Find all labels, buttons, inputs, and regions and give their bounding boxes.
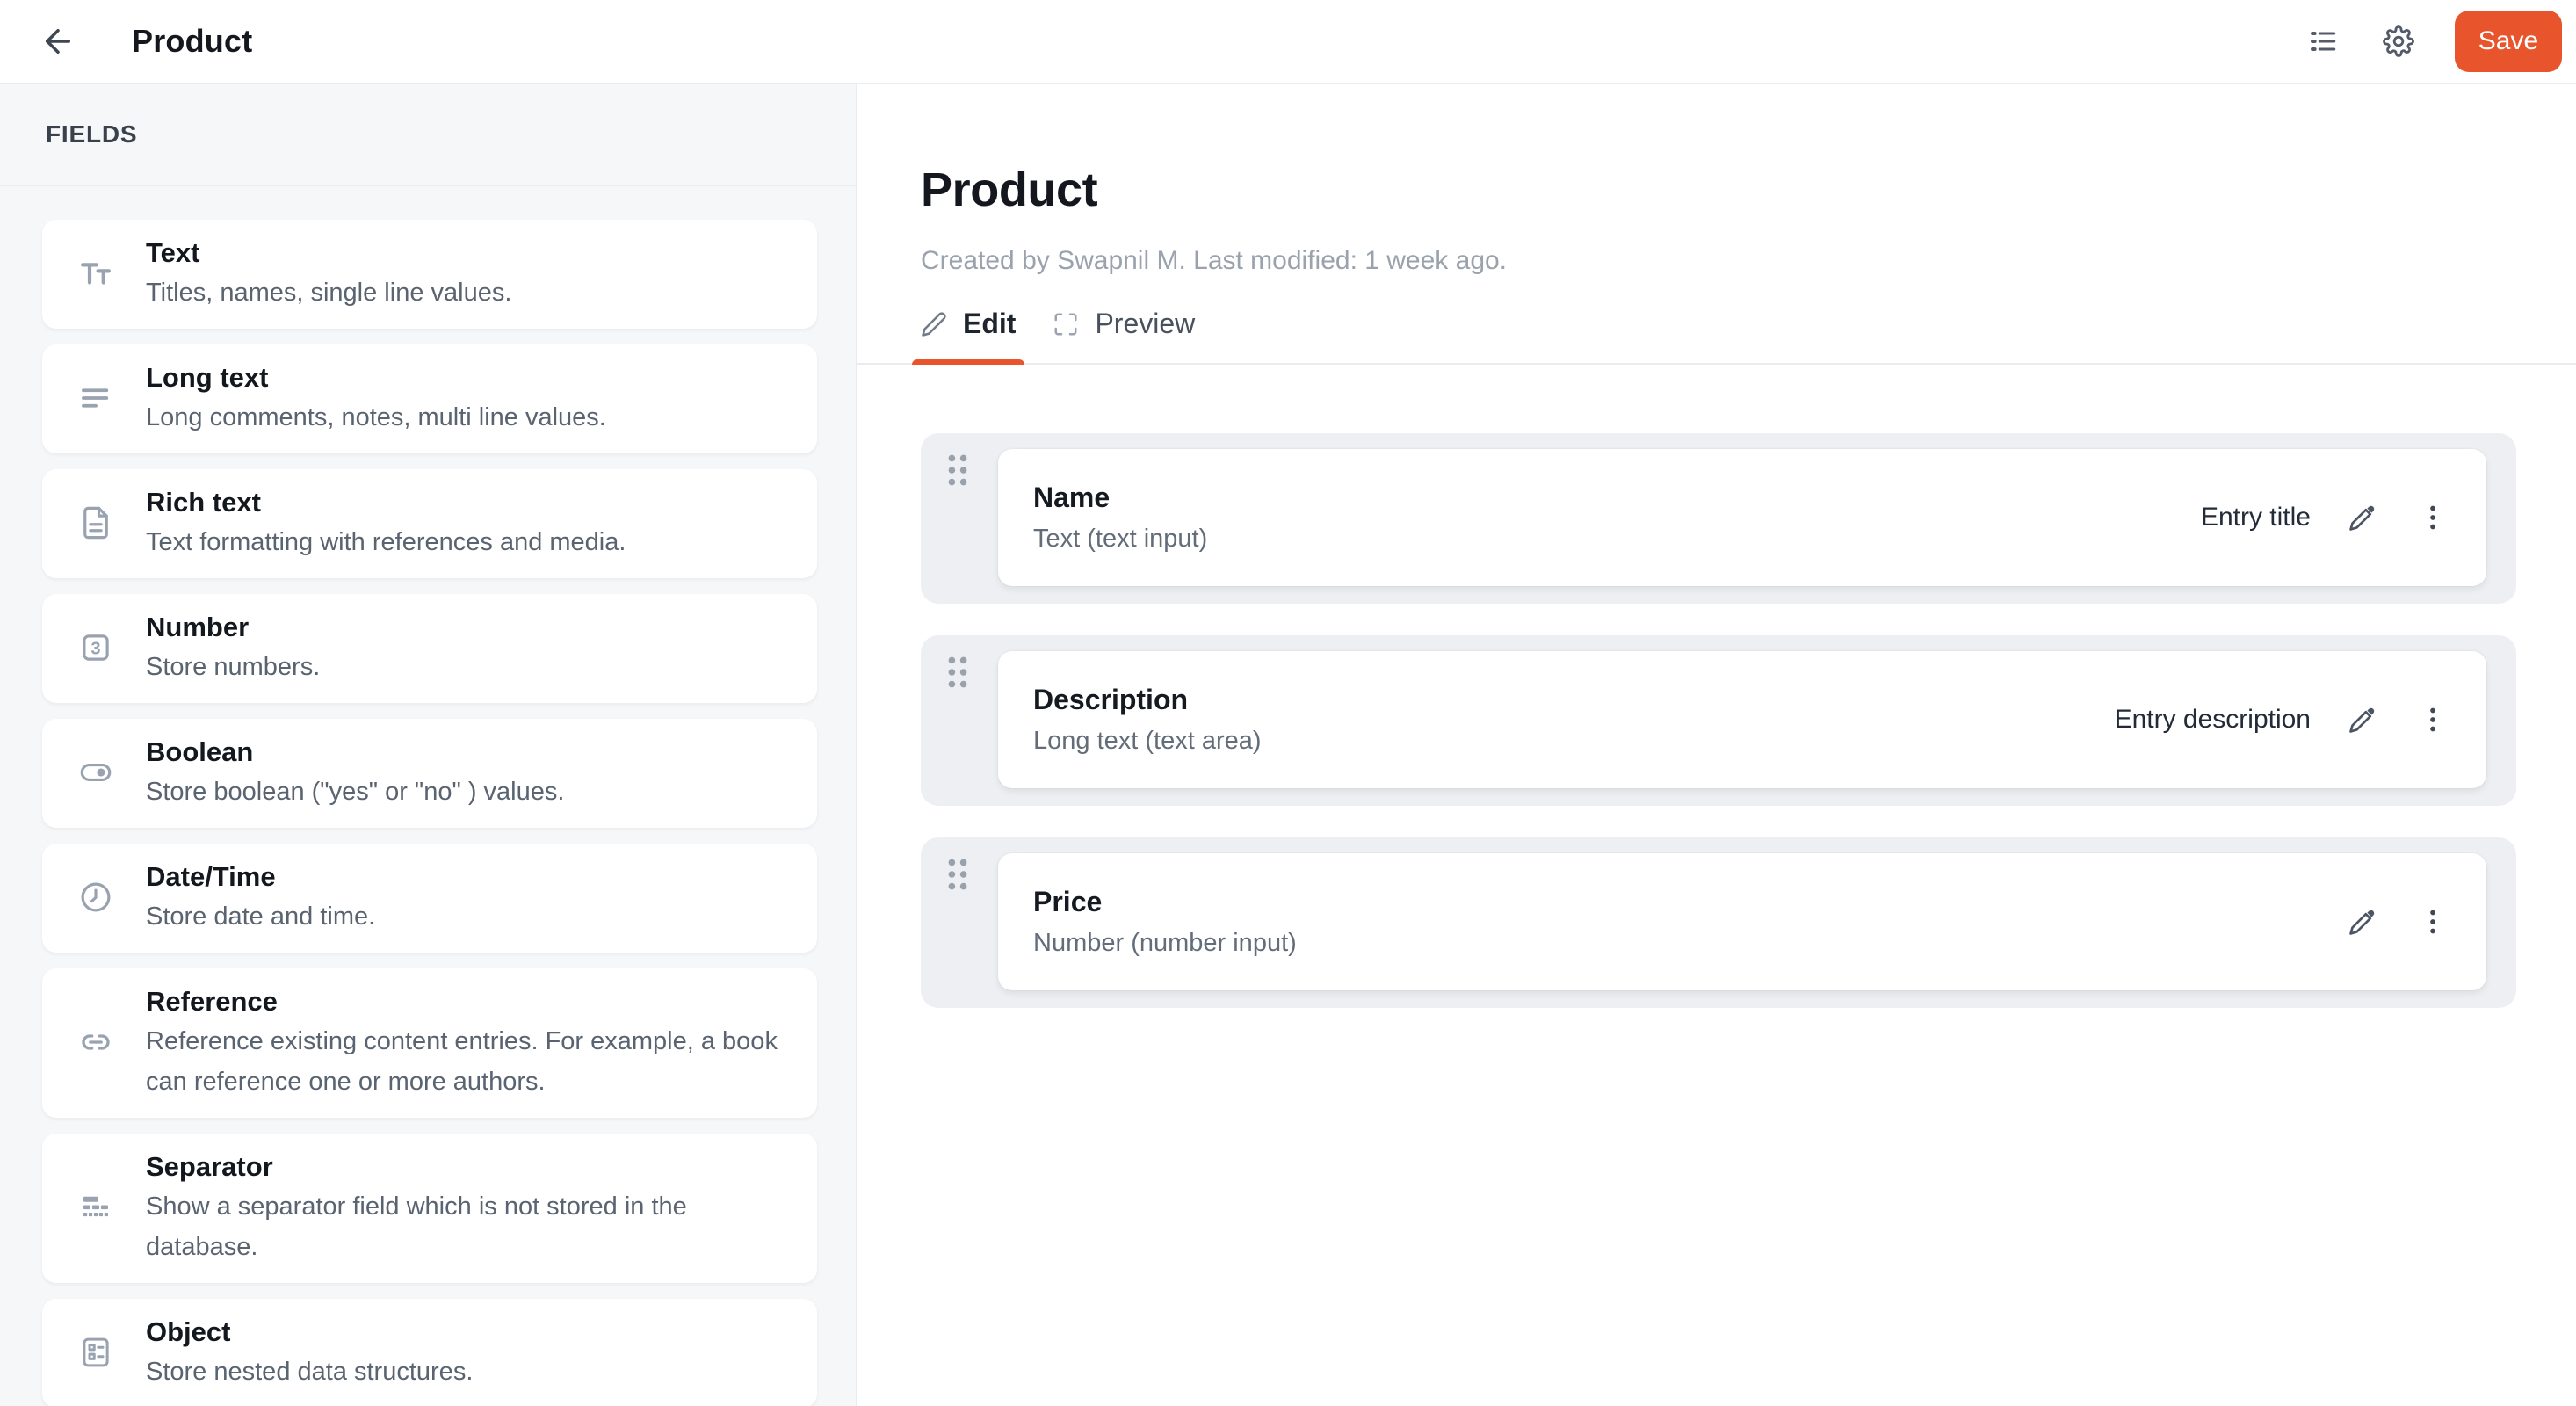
field-badge: Entry description <box>2114 705 2311 734</box>
arrow-left-icon <box>40 23 76 60</box>
field-type-card-object[interactable]: Object Store nested data structures. <box>42 1299 817 1406</box>
field-type-card-separator[interactable]: Separator Show a separator field which i… <box>42 1134 817 1283</box>
field-type-title: Object <box>146 1316 231 1347</box>
field-row-name: Name Text (text input) Entry title <box>921 433 2516 604</box>
field-type-description: Text formatting with references and medi… <box>146 528 626 556</box>
topbar-title: Product <box>132 23 253 59</box>
field-type-title: Text <box>146 237 200 268</box>
page-title: Product <box>921 163 1098 216</box>
number-icon: 3 <box>77 629 114 666</box>
topbar: Product Save <box>0 0 2576 84</box>
back-button[interactable] <box>32 15 84 68</box>
rich-text-icon <box>77 504 114 541</box>
drag-handle-icon[interactable] <box>945 857 970 892</box>
field-card: Description Long text (text area) Entry … <box>998 651 2486 788</box>
field-type-card-date-time[interactable]: Date/Time Store date and time. <box>42 844 817 953</box>
expand-icon <box>1053 311 1079 337</box>
tab-edit[interactable]: Edit <box>911 297 1025 364</box>
field-card: Name Text (text input) Entry title <box>998 449 2486 586</box>
field-subtitle: Long text (text area) <box>1033 727 1262 755</box>
pencil-icon <box>921 311 947 337</box>
gear-icon[interactable] <box>2372 15 2425 68</box>
field-row-price: Price Number (number input) <box>921 837 2516 1008</box>
field-type-list: Text Titles, names, single line values. … <box>0 186 856 1406</box>
field-type-title: Separator <box>146 1151 273 1182</box>
field-type-description: Reference existing content entries. For … <box>146 1027 778 1096</box>
drag-handle-icon[interactable] <box>945 453 970 488</box>
field-badge: Entry title <box>2200 503 2311 532</box>
field-type-title: Date/Time <box>146 861 276 892</box>
pencil-icon[interactable] <box>2348 503 2377 533</box>
field-type-description: Titles, names, single line values. <box>146 279 512 307</box>
fields-sidebar-title: FIELDS <box>46 120 138 148</box>
field-type-title: Boolean <box>146 736 254 767</box>
main-panel: Product Created by Swapnil M. Last modif… <box>857 84 2576 1406</box>
kebab-menu-icon[interactable] <box>2418 503 2448 533</box>
field-type-title: Reference <box>146 986 278 1017</box>
field-type-description: Show a separator field which is not stor… <box>146 1192 687 1261</box>
field-title: Name <box>1033 482 1111 513</box>
drag-handle-icon[interactable] <box>945 655 970 690</box>
save-button[interactable]: Save <box>2455 11 2562 72</box>
pencil-icon[interactable] <box>2348 705 2377 735</box>
datetime-icon <box>77 879 114 916</box>
field-subtitle: Number (number input) <box>1033 929 1297 957</box>
field-type-description: Store date and time. <box>146 902 376 931</box>
tab-label: Preview <box>1095 308 1196 339</box>
field-type-title: Number <box>146 612 250 642</box>
field-subtitle: Text (text input) <box>1033 525 1208 553</box>
field-type-title: Rich text <box>146 487 261 518</box>
long-text-icon <box>77 380 114 417</box>
tabbar: Edit Preview <box>857 297 2576 365</box>
field-type-card-number[interactable]: 3 Number Store numbers. <box>42 594 817 703</box>
field-type-card-rich-text[interactable]: Rich text Text formatting with reference… <box>42 469 817 578</box>
content-type-editor: Product Save FIELDS Text Titles, names, … <box>0 0 2576 1406</box>
fields-sidebar: FIELDS Text Titles, names, single line v… <box>0 84 857 1406</box>
fields-sidebar-header: FIELDS <box>0 84 856 186</box>
svg-text:3: 3 <box>90 639 100 658</box>
text-icon <box>77 255 114 292</box>
field-type-card-long-text[interactable]: Long text Long comments, notes, multi li… <box>42 344 817 453</box>
kebab-menu-icon[interactable] <box>2418 907 2448 937</box>
field-type-description: Long comments, notes, multi line values. <box>146 403 606 431</box>
page-meta: Created by Swapnil M. Last modified: 1 w… <box>921 246 1508 275</box>
field-type-description: Store nested data structures. <box>146 1358 474 1386</box>
field-rows: Name Text (text input) Entry title Descr… <box>921 433 2516 1008</box>
tab-preview[interactable]: Preview <box>1053 297 1195 363</box>
field-row-description: Description Long text (text area) Entry … <box>921 635 2516 806</box>
field-type-card-reference[interactable]: Reference Reference existing content ent… <box>42 968 817 1118</box>
kebab-menu-icon[interactable] <box>2418 705 2448 735</box>
boolean-icon <box>77 754 114 791</box>
list-icon[interactable] <box>2297 15 2349 68</box>
field-type-description: Store numbers. <box>146 653 321 681</box>
separator-icon <box>77 1189 114 1226</box>
field-type-title: Long text <box>146 362 269 393</box>
field-type-card-text[interactable]: Text Titles, names, single line values. <box>42 220 817 329</box>
object-icon <box>77 1334 114 1371</box>
pencil-icon[interactable] <box>2348 907 2377 937</box>
field-card: Price Number (number input) <box>998 853 2486 990</box>
tab-label: Edit <box>963 308 1017 339</box>
field-type-card-boolean[interactable]: Boolean Store boolean ("yes" or "no" ) v… <box>42 719 817 828</box>
field-title: Description <box>1033 684 1189 715</box>
field-title: Price <box>1033 886 1103 917</box>
field-type-description: Store boolean ("yes" or "no" ) values. <box>146 778 565 806</box>
reference-icon <box>77 1024 114 1061</box>
